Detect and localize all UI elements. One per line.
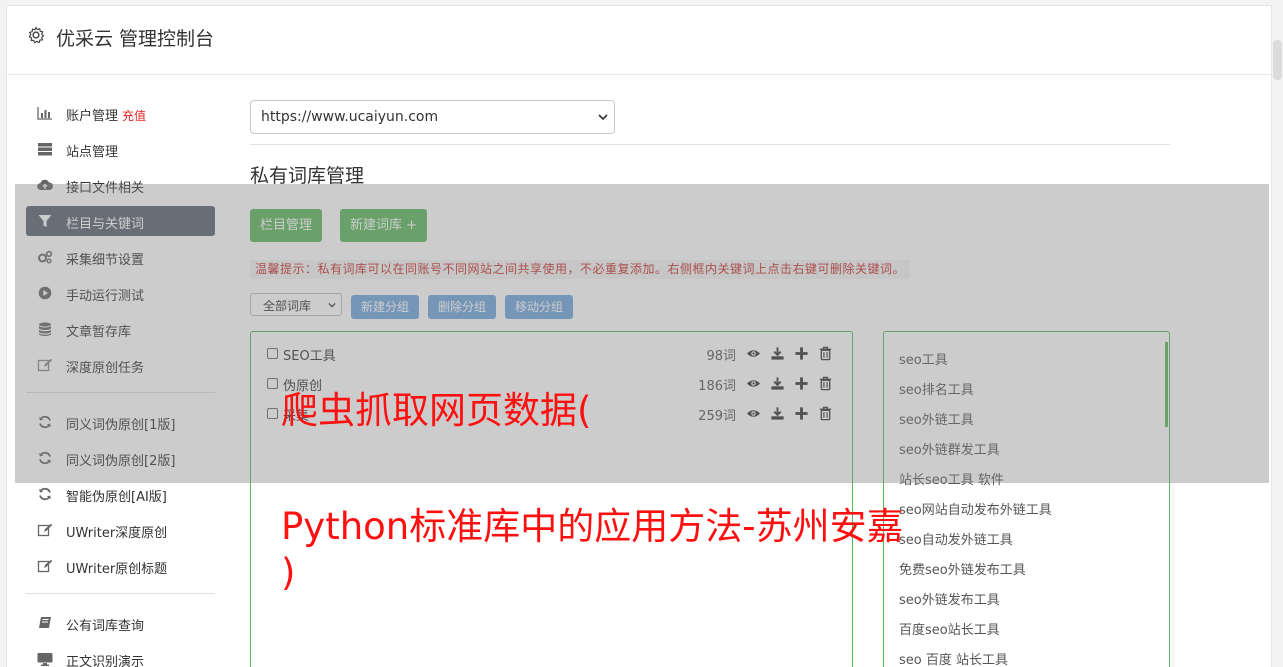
refresh-icon	[39, 487, 51, 501]
site-select-value: https://www.ucaiyun.com	[261, 109, 439, 125]
keyword-item[interactable]: seo外链发布工具	[899, 589, 1000, 608]
app-title: 优采云 管理控制台	[56, 28, 215, 50]
headline-line-1: 爬虫抓取网页数据(	[281, 389, 592, 432]
keyword-item[interactable]: 免费seo外链发布工具	[899, 559, 1026, 578]
site-select[interactable]: https://www.ucaiyun.com	[250, 100, 615, 134]
monitor-icon	[37, 653, 53, 666]
sidebar-item-label: 账户管理	[66, 109, 119, 124]
edit-icon	[37, 559, 53, 573]
sidebar-item-label: 公有词库查询	[66, 619, 145, 634]
sidebar-item-label: UWriter深度原创	[66, 526, 168, 541]
section-divider	[250, 144, 1170, 145]
headline-line-3: )	[281, 551, 296, 594]
edit-icon	[37, 523, 53, 537]
sidebar-item-label: 正文识别演示	[66, 655, 145, 667]
chevron-down-icon	[598, 114, 608, 121]
gear-icon	[28, 26, 45, 44]
sidebar-item-label: UWriter原创标题	[66, 562, 168, 577]
sidebar-item-sites[interactable]: 站点管理	[26, 134, 215, 164]
headline-line-2: Python标准库中的应用方法-苏州安嘉	[281, 505, 904, 548]
keyword-item[interactable]: 百度seo站长工具	[899, 619, 1000, 638]
sidebar-divider	[26, 593, 215, 594]
sidebar-item-label: 站点管理	[66, 145, 119, 160]
sidebar-item-label: 智能伪原创[AI版]	[66, 490, 167, 505]
overlay-banner	[15, 184, 1269, 483]
bar-chart-icon	[37, 107, 52, 120]
sidebar-item-uwriter-title[interactable]: UWriter原创标题	[26, 551, 215, 581]
sidebar-item-public-library[interactable]: 公有词库查询	[26, 608, 215, 638]
keyword-item[interactable]: seo自动发外链工具	[899, 529, 1013, 548]
sidebar-item-text-recognition[interactable]: 正文识别演示	[26, 644, 215, 667]
recharge-link[interactable]: 充值	[122, 109, 146, 123]
card-header: 优采云 管理控制台	[7, 6, 1271, 75]
keyword-item[interactable]: seo网站自动发布外链工具	[899, 499, 1052, 518]
sidebar-item-ai-original[interactable]: 智能伪原创[AI版]	[26, 479, 215, 509]
keyword-item[interactable]: seo 百度 站长工具	[899, 649, 1008, 667]
sidebar-item-uwriter-deep[interactable]: UWriter深度原创	[26, 515, 215, 545]
page-scrollbar[interactable]	[1273, 40, 1282, 80]
book-icon	[39, 617, 51, 628]
server-icon	[38, 143, 52, 156]
sidebar-item-account[interactable]: 账户管理 充值	[26, 98, 215, 128]
